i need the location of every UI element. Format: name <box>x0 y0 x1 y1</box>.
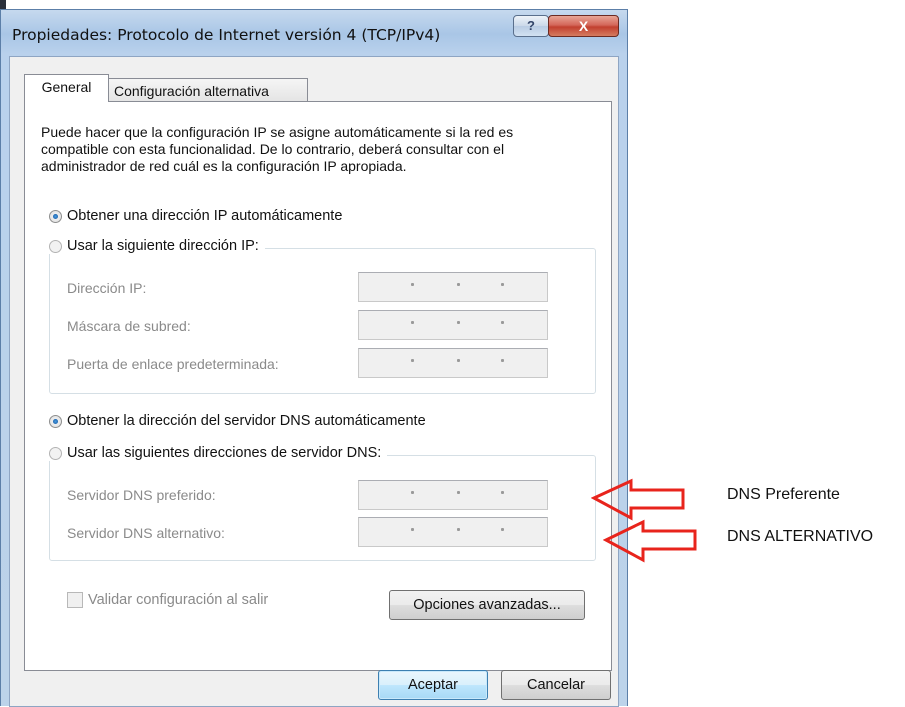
radio-dns-manual-label: Usar las siguientes direcciones de servi… <box>67 445 382 461</box>
validate-checkbox-label: Validar configuración al salir <box>88 592 269 608</box>
ip-address-label: Dirección IP: <box>67 280 147 296</box>
validate-checkbox[interactable] <box>67 592 83 608</box>
radio-dns-manual[interactable]: Usar las siguientes direcciones de servi… <box>49 445 388 461</box>
title-bar[interactable]: Propiedades: Protocolo de Internet versi… <box>1 10 627 56</box>
radio-ip-manual-label: Usar la siguiente dirección IP: <box>67 238 259 254</box>
gateway-field[interactable] <box>358 348 548 378</box>
close-button[interactable]: X <box>548 15 619 37</box>
gateway-label: Puerta de enlace predeterminada: <box>67 356 279 372</box>
alternate-dns-label: Servidor DNS alternativo: <box>67 525 225 541</box>
arrow-alternate-icon <box>603 519 697 563</box>
annotation-dns-alternativo: DNS ALTERNATIVO <box>727 528 874 545</box>
advanced-options-button[interactable]: Opciones avanzadas... <box>389 590 585 620</box>
validate-checkbox-row[interactable]: Validar configuración al salir <box>67 592 268 608</box>
alternate-dns-field[interactable] <box>358 517 548 547</box>
tab-configuracion-alternativa[interactable]: Configuración alternativa <box>108 78 308 102</box>
ip-address-field[interactable] <box>358 272 548 302</box>
radio-dns-auto-label: Obtener la dirección del servidor DNS au… <box>67 413 426 429</box>
tab-general[interactable]: General <box>24 74 109 102</box>
preferred-dns-label: Servidor DNS preferido: <box>67 487 216 503</box>
cancel-button[interactable]: Cancelar <box>501 670 611 700</box>
subnet-mask-field[interactable] <box>358 310 548 340</box>
radio-ip-manual[interactable]: Usar la siguiente dirección IP: <box>49 238 265 254</box>
window-title: Propiedades: Protocolo de Internet versi… <box>12 26 441 44</box>
radio-ip-auto[interactable]: Obtener una dirección IP automáticamente <box>49 208 349 224</box>
radio-button-icon[interactable] <box>49 239 62 253</box>
subnet-mask-label: Máscara de subred: <box>67 318 191 334</box>
dialog-window: Propiedades: Protocolo de Internet versi… <box>0 9 628 707</box>
radio-ip-auto-label: Obtener una dirección IP automáticamente <box>67 208 343 224</box>
radio-dns-auto[interactable]: Obtener la dirección del servidor DNS au… <box>49 413 432 429</box>
ok-button[interactable]: Aceptar <box>378 670 488 700</box>
tab-panel-general: Puede hacer que la configuración IP se a… <box>24 101 612 671</box>
radio-button-icon[interactable] <box>49 414 62 428</box>
radio-button-icon[interactable] <box>49 446 62 460</box>
dialog-client: Configuración alternativa General Puede … <box>9 56 619 707</box>
annotation-dns-preferente: DNS Preferente <box>727 486 840 503</box>
help-button[interactable]: ? <box>513 15 549 37</box>
description-text: Puede hacer que la configuración IP se a… <box>41 124 514 174</box>
preferred-dns-field[interactable] <box>358 480 548 510</box>
radio-button-icon[interactable] <box>49 209 62 223</box>
